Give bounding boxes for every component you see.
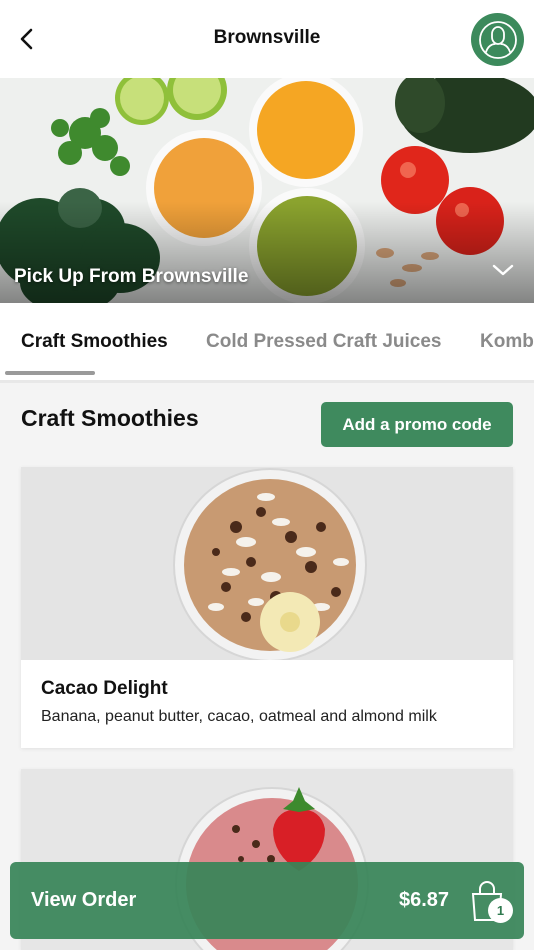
category-tabs: Craft Smoothies Cold Pressed Craft Juice… bbox=[0, 303, 534, 383]
add-promo-code-button[interactable]: Add a promo code bbox=[321, 402, 513, 447]
page-title: Brownsville bbox=[213, 27, 321, 48]
location-expand-button[interactable] bbox=[490, 259, 516, 281]
pickup-location-label: Pick Up From Brownsville bbox=[14, 266, 249, 287]
tab-craft-smoothies[interactable]: Craft Smoothies bbox=[21, 331, 168, 353]
cart-count-badge: 1 bbox=[488, 898, 513, 923]
product-description: Banana, peanut butter, cacao, oatmeal an… bbox=[41, 708, 437, 725]
top-bar: Brownsville bbox=[0, 0, 534, 78]
order-total: $6.87 bbox=[399, 889, 450, 911]
view-order-button[interactable]: View Order $6.87 1 bbox=[10, 862, 524, 939]
chevron-down-icon bbox=[492, 264, 514, 276]
tab-kombucha[interactable]: Kombucha bbox=[480, 331, 534, 353]
product-card[interactable]: Cacao Delight Banana, peanut butter, cac… bbox=[21, 467, 513, 748]
product-name: Cacao Delight bbox=[41, 678, 168, 699]
active-tab-indicator bbox=[5, 371, 95, 375]
tab-cold-pressed-juices[interactable]: Cold Pressed Craft Juices bbox=[206, 331, 441, 353]
section-title: Craft Smoothies bbox=[21, 405, 199, 431]
profile-button[interactable] bbox=[471, 13, 524, 66]
view-order-label: View Order bbox=[31, 889, 137, 911]
product-image bbox=[21, 467, 513, 660]
user-icon bbox=[478, 20, 517, 59]
